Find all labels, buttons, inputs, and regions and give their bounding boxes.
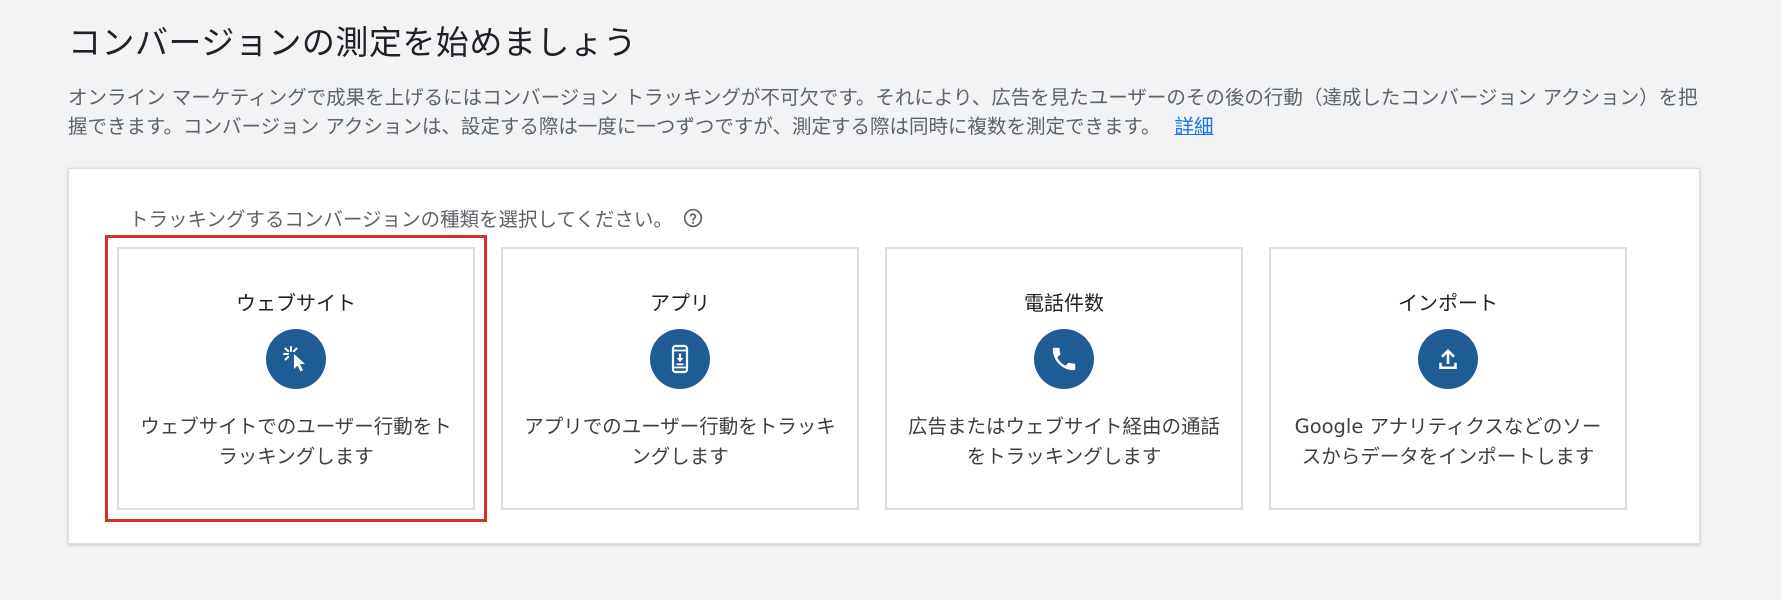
phone-call-icon [1034,329,1094,389]
card-website[interactable]: ウェブサイト ウェブサイトでのユーザー行動をトラッキングします [105,235,487,522]
conversion-type-prompt: トラッキングするコンバージョンの種類を選択してください。 [129,203,703,232]
conversion-type-panel: トラッキングするコンバージョンの種類を選択してください。 ウェブサイト ウェブサ… [68,168,1700,544]
phone-download-icon [650,329,710,389]
card-title: アプリ [650,291,710,315]
card-description: ウェブサイトでのユーザー行動をトラッキングします [140,415,452,468]
help-circle-icon[interactable] [683,208,703,228]
card-app[interactable]: アプリ アプリでのユーザー行動をトラッキングします [501,247,859,510]
card-description: Google アナリティクスなどのソースからデータをインポートします [1294,415,1602,468]
card-description: 広告またはウェブサイト経由の通話をトラッキングします [907,415,1220,468]
upload-icon [1418,329,1478,389]
page-title: コンバージョンの測定を始めましょう [68,23,637,62]
card-title: インポート [1398,291,1498,315]
card-description: アプリでのユーザー行動をトラッキングします [524,415,836,468]
card-phone-calls[interactable]: 電話件数 広告またはウェブサイト経由の通話をトラッキングします [885,247,1243,510]
intro-description: オンライン マーケティングで成果を上げるにはコンバージョン トラッキングが不可欠… [68,83,1708,141]
card-title: 電話件数 [1024,291,1104,315]
conversion-setup-page: コンバージョンの測定を始めましょう オンライン マーケティングで成果を上げるには… [0,0,1781,600]
intro-text: オンライン マーケティングで成果を上げるにはコンバージョン トラッキングが不可欠… [68,86,1698,138]
cursor-click-icon [266,329,326,389]
card-import[interactable]: インポート Google アナリティクスなどのソースからデータをインポートします [1269,247,1627,510]
conversion-type-label: トラッキングするコンバージョンの種類を選択してください。 [129,208,673,231]
details-link[interactable]: 詳細 [1175,115,1214,138]
card-title: ウェブサイト [236,291,356,315]
